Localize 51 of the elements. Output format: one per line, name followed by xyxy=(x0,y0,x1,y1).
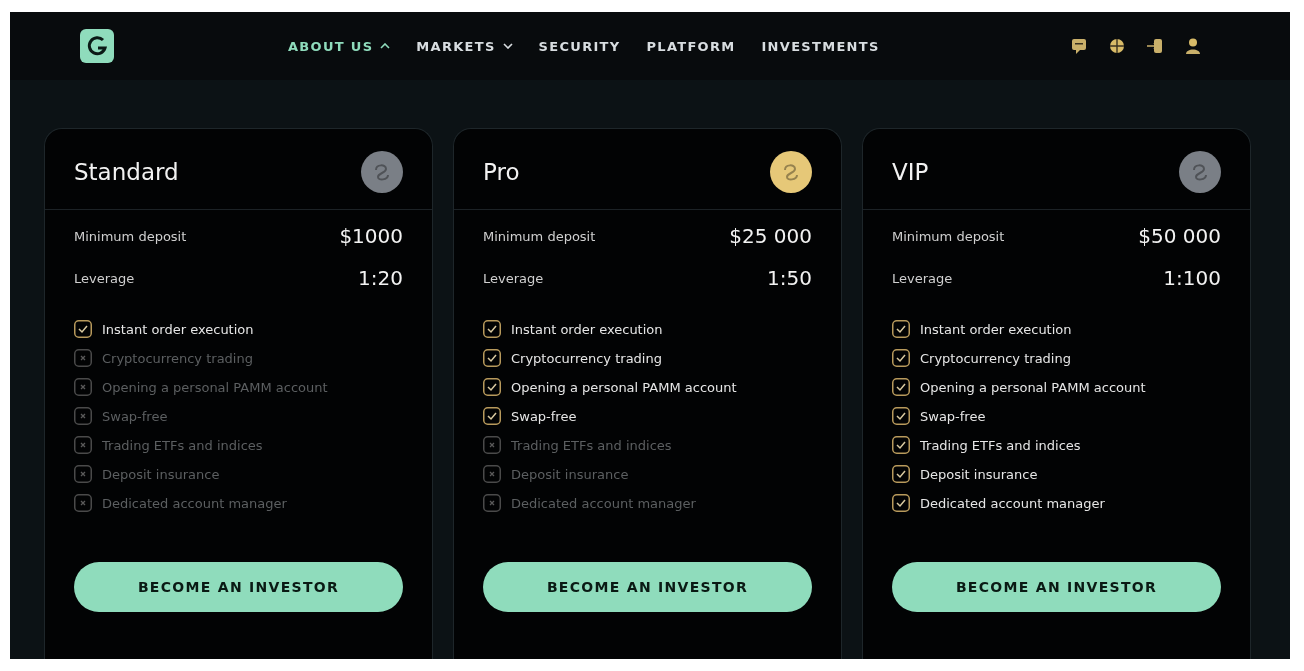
nav-link[interactable]: PLATFORM xyxy=(646,38,736,54)
chat-icon[interactable] xyxy=(1070,37,1088,55)
feature-label: Cryptocurrency trading xyxy=(920,350,1071,366)
logo-icon[interactable] xyxy=(80,29,114,63)
feature-label: Cryptocurrency trading xyxy=(102,350,253,366)
feature-label: Dedicated account manager xyxy=(920,495,1105,511)
feature-label: Trading ETFs and indices xyxy=(511,437,672,453)
become-investor-button[interactable]: BECOME AN INVESTOR xyxy=(892,562,1221,612)
feature-label: Dedicated account manager xyxy=(102,495,287,511)
feature-label: Trading ETFs and indices xyxy=(920,437,1081,453)
feature-label: Trading ETFs and indices xyxy=(102,437,263,453)
leverage-value: 1:100 xyxy=(1163,266,1221,290)
feature-label: Instant order execution xyxy=(920,321,1072,337)
stat-label: Minimum deposit xyxy=(892,228,1005,244)
deposit-amount: $50 000 xyxy=(1138,224,1221,248)
nav-link[interactable]: ABOUT US xyxy=(288,38,391,54)
leverage-value: 1:50 xyxy=(767,266,812,290)
caret-icon xyxy=(380,43,391,49)
feature-label: Opening a personal PAMM account xyxy=(920,379,1146,395)
feature-label: Instant order execution xyxy=(511,321,663,337)
become-investor-button[interactable]: BECOME AN INVESTOR xyxy=(483,562,812,612)
deposit-amount: $25 000 xyxy=(729,224,812,248)
plan-name: VIP xyxy=(892,159,929,185)
globe-icon[interactable] xyxy=(1108,37,1126,55)
nav-link[interactable]: INVESTMENTS xyxy=(761,38,880,54)
feature-label: Swap-free xyxy=(920,408,986,424)
stat-label: Minimum deposit xyxy=(74,228,187,244)
nav-link[interactable]: MARKETS xyxy=(416,38,513,54)
become-investor-button[interactable]: BECOME AN INVESTOR xyxy=(74,562,403,612)
feature-label: Swap-free xyxy=(511,408,577,424)
feature-label: Cryptocurrency trading xyxy=(511,350,662,366)
deposit-amount: $1000 xyxy=(339,224,403,248)
leverage-value: 1:20 xyxy=(358,266,403,290)
feature-label: Deposit insurance xyxy=(102,466,220,482)
plan-name: Standard xyxy=(74,159,179,185)
feature-label: Swap-free xyxy=(102,408,168,424)
nav-link[interactable]: SECURITY xyxy=(538,38,621,54)
feature-label: Opening a personal PAMM account xyxy=(102,379,328,395)
stat-label: Leverage xyxy=(74,270,135,286)
feature-label: Dedicated account manager xyxy=(511,495,696,511)
stat-label: Leverage xyxy=(892,270,953,286)
feature-label: Opening a personal PAMM account xyxy=(511,379,737,395)
login-icon[interactable] xyxy=(1146,37,1164,55)
feature-label: Instant order execution xyxy=(102,321,254,337)
user-icon[interactable] xyxy=(1184,37,1202,55)
plan-name: Pro xyxy=(483,159,520,185)
stat-label: Leverage xyxy=(483,270,544,286)
feature-label: Deposit insurance xyxy=(920,466,1038,482)
feature-label: Deposit insurance xyxy=(511,466,629,482)
caret-icon xyxy=(502,43,513,49)
stat-label: Minimum deposit xyxy=(483,228,596,244)
